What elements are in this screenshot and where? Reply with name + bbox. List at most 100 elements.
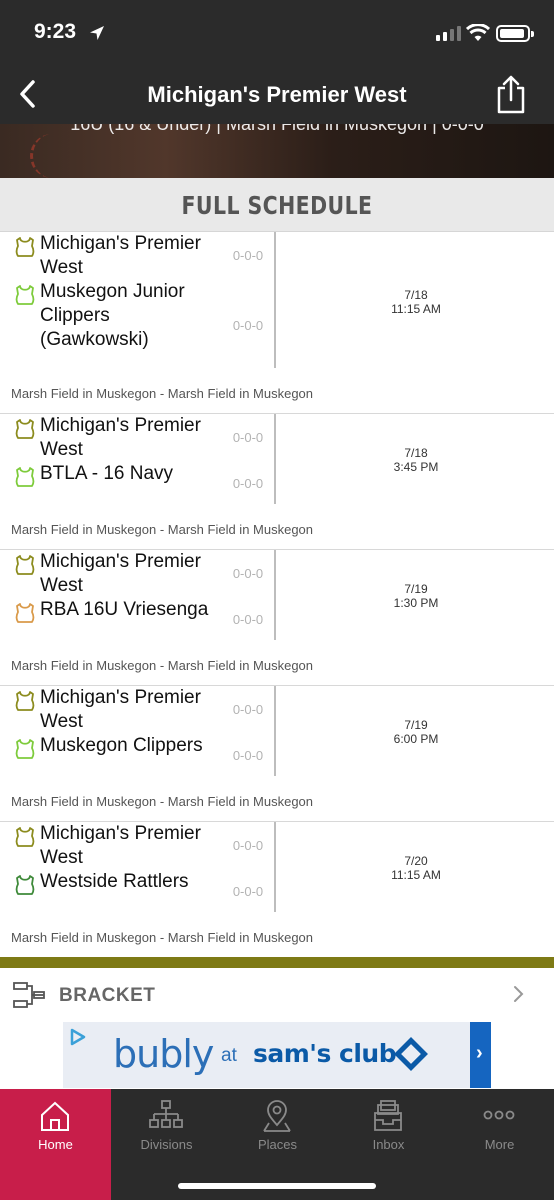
home-team-record: 0-0-0 bbox=[232, 702, 264, 717]
game-venue: Marsh Field in Muskegon - Marsh Field in… bbox=[11, 386, 314, 401]
ad-at: at bbox=[221, 1045, 237, 1066]
tab-places-label: Places bbox=[257, 1137, 298, 1152]
game-venue: Marsh Field in Muskegon - Marsh Field in… bbox=[11, 522, 314, 537]
away-team-name: BTLA - 16 Navy bbox=[40, 463, 174, 484]
bracket-label: BRACKET bbox=[59, 985, 156, 1006]
game-venue: Marsh Field in Muskegon - Marsh Field in… bbox=[11, 794, 314, 809]
top-header: 9:23 Michigan's Premier West bbox=[0, 0, 554, 124]
jersey-icon bbox=[15, 555, 35, 575]
tab-home-label: Home bbox=[38, 1137, 73, 1152]
games-list: Michigan's Premier West 0-0-0 Muskegon Jun… bbox=[0, 232, 554, 958]
game-datetime: 7/18 3:45 PM bbox=[278, 446, 554, 474]
game-teams: Michigan's Premier West 0-0-0 Muskegon Jun… bbox=[0, 232, 276, 368]
bracket-icon bbox=[13, 982, 45, 1008]
game-time: 3:45 PM bbox=[393, 460, 439, 474]
game-datetime: 7/20 11:15 AM bbox=[278, 854, 554, 882]
location-arrow-icon bbox=[90, 26, 104, 40]
home-team-name: Michigan's Premier West bbox=[40, 823, 201, 868]
share-icon[interactable] bbox=[494, 74, 528, 114]
home-team-record: 0-0-0 bbox=[232, 430, 264, 445]
sams-club-logo-icon bbox=[394, 1037, 428, 1071]
jersey-icon bbox=[15, 603, 35, 623]
status-bar: 9:23 bbox=[0, 0, 554, 64]
home-indicator[interactable] bbox=[178, 1183, 376, 1189]
tab-more-label: More bbox=[484, 1137, 515, 1152]
ad-arrow-icon[interactable] bbox=[470, 1022, 491, 1088]
game-row[interactable]: Michigan's Premier West 0-0-0 RBA 16U Vrie… bbox=[0, 550, 554, 686]
ad-store: sam's club bbox=[253, 1039, 397, 1068]
jersey-icon bbox=[15, 285, 35, 305]
tab-home[interactable]: Home bbox=[0, 1089, 111, 1200]
places-pin-icon bbox=[263, 1100, 291, 1132]
away-team-record: 0-0-0 bbox=[232, 318, 264, 333]
away-team-name: Westside Rattlers bbox=[40, 871, 189, 892]
game-row[interactable]: Michigan's Premier West 0-0-0 BTLA - 16 Na… bbox=[0, 414, 554, 550]
schedule-heading-label: FULL SCHEDULE bbox=[181, 191, 373, 220]
division-summary: 16U (16 & Under) | Marsh Field in Muskeg… bbox=[70, 124, 484, 134]
ad-banner[interactable]: bubly at sam's club bbox=[63, 1022, 491, 1088]
tab-inbox-label: Inbox bbox=[372, 1137, 405, 1152]
game-row[interactable]: Michigan's Premier West 0-0-0 Westside Rat… bbox=[0, 822, 554, 958]
game-teams: Michigan's Premier West 0-0-0 Westside Rat… bbox=[0, 822, 276, 912]
tab-divisions-label: Divisions bbox=[140, 1137, 193, 1152]
chevron-left-icon[interactable] bbox=[14, 76, 44, 112]
game-time: 11:15 AM bbox=[391, 302, 441, 316]
page-title: Michigan's Premier West bbox=[147, 82, 407, 107]
away-team-name: RBA 16U Vriesenga bbox=[40, 599, 209, 620]
game-venue: Marsh Field in Muskegon - Marsh Field in… bbox=[11, 930, 314, 945]
baseball-stitch-graphic bbox=[30, 134, 110, 178]
home-team-name: Michigan's Premier West bbox=[40, 551, 201, 596]
game-date: 7/20 bbox=[404, 854, 428, 868]
home-icon bbox=[41, 1101, 69, 1131]
ad-choices-icon[interactable] bbox=[67, 1026, 89, 1048]
game-datetime: 7/19 6:00 PM bbox=[278, 718, 554, 746]
inbox-icon bbox=[374, 1100, 402, 1131]
game-date: 7/19 bbox=[404, 718, 428, 732]
away-team-record: 0-0-0 bbox=[232, 476, 264, 491]
battery-icon bbox=[496, 25, 534, 42]
game-teams: Michigan's Premier West 0-0-0 BTLA - 16 Na… bbox=[0, 414, 276, 504]
nav-bar: Michigan's Premier West bbox=[0, 64, 554, 124]
schedule-heading: FULL SCHEDULE bbox=[0, 178, 554, 232]
game-date: 7/18 bbox=[404, 288, 428, 302]
home-team-name: Michigan's Premier West bbox=[40, 687, 201, 732]
jersey-icon bbox=[15, 237, 35, 257]
section-divider bbox=[0, 957, 554, 968]
game-time: 1:30 PM bbox=[393, 596, 439, 610]
game-time: 11:15 AM bbox=[391, 868, 441, 882]
game-venue: Marsh Field in Muskegon - Marsh Field in… bbox=[11, 658, 314, 673]
away-team-name: Muskegon Junior Clippers (Gawkowski) bbox=[40, 281, 185, 350]
home-team-record: 0-0-0 bbox=[232, 248, 264, 263]
home-team-record: 0-0-0 bbox=[232, 566, 264, 581]
jersey-icon bbox=[15, 467, 35, 487]
game-datetime: 7/19 1:30 PM bbox=[278, 582, 554, 610]
divisions-icon bbox=[149, 1100, 183, 1128]
tab-more[interactable]: More bbox=[444, 1089, 554, 1200]
jersey-icon bbox=[15, 739, 35, 759]
game-date: 7/19 bbox=[404, 582, 428, 596]
status-time: 9:23 bbox=[34, 20, 77, 43]
game-row[interactable]: Michigan's Premier West 0-0-0 Muskegon Jun… bbox=[0, 232, 554, 414]
game-teams: Michigan's Premier West 0-0-0 RBA 16U Vrie… bbox=[0, 550, 276, 640]
bracket-row[interactable]: BRACKET bbox=[0, 968, 554, 1020]
away-team-record: 0-0-0 bbox=[232, 884, 264, 899]
jersey-icon bbox=[15, 875, 35, 895]
game-date: 7/18 bbox=[404, 446, 428, 460]
game-datetime: 7/18 11:15 AM bbox=[278, 288, 554, 316]
game-time: 6:00 PM bbox=[393, 732, 439, 746]
jersey-icon bbox=[15, 827, 35, 847]
more-dots-icon bbox=[483, 1110, 515, 1120]
away-team-record: 0-0-0 bbox=[232, 612, 264, 627]
game-teams: Michigan's Premier West 0-0-0 Muskegon Cli… bbox=[0, 686, 276, 776]
game-row[interactable]: Michigan's Premier West 0-0-0 Muskegon Cli… bbox=[0, 686, 554, 822]
jersey-icon bbox=[15, 419, 35, 439]
home-team-name: Michigan's Premier West bbox=[40, 415, 201, 460]
chevron-right-icon bbox=[514, 986, 524, 1002]
ad-brand: bubly bbox=[113, 1032, 214, 1076]
hero-banner: 16U (16 & Under) | Marsh Field in Muskeg… bbox=[0, 124, 554, 178]
away-team-record: 0-0-0 bbox=[232, 748, 264, 763]
jersey-icon bbox=[15, 691, 35, 711]
home-team-name: Michigan's Premier West bbox=[40, 233, 201, 278]
home-team-record: 0-0-0 bbox=[232, 838, 264, 853]
cellular-signal-icon bbox=[436, 26, 461, 41]
